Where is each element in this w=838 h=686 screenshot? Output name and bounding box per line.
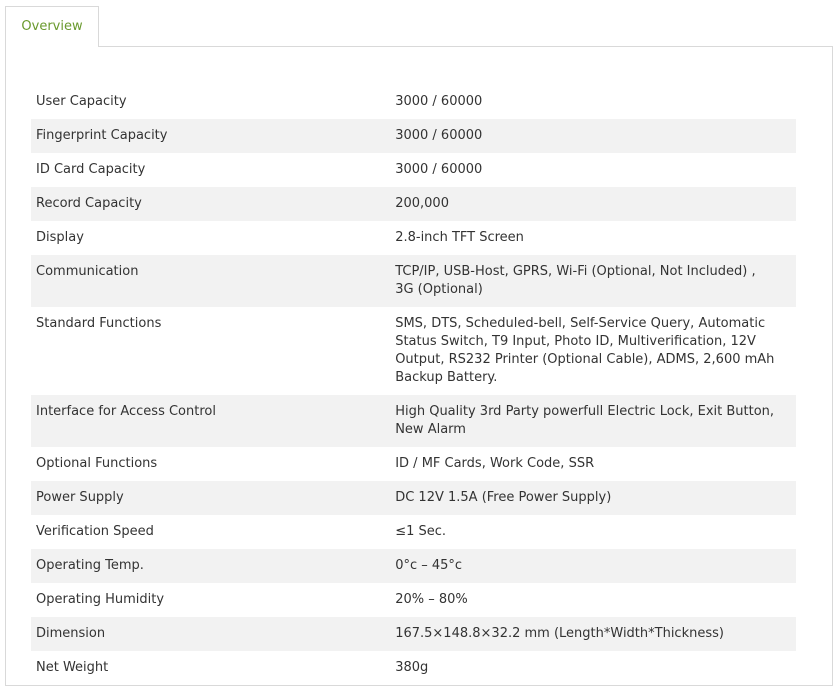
spec-value-interface-access-control: High Quality 3rd Party powerfull Electri… — [390, 395, 796, 447]
table-row: Communication TCP/IP, USB-Host, GPRS, Wi… — [31, 255, 796, 307]
spec-value-net-weight: 380g — [395, 660, 429, 675]
table-row: User Capacity 3000 / 60000 — [31, 85, 796, 119]
spec-label-fingerprint-capacity: Fingerprint Capacity — [31, 119, 391, 153]
spec-table: User Capacity 3000 / 60000 Fingerprint C… — [31, 85, 796, 685]
table-row: ID Card Capacity 3000 / 60000 — [31, 153, 796, 187]
spec-value-dimension: 167.5×148.8×32.2 mm (Length*Width*Thickn… — [390, 617, 796, 651]
table-row: Operating Humidity 20% – 80% — [31, 583, 796, 617]
table-row: Fingerprint Capacity 3000 / 60000 — [31, 119, 796, 153]
spec-label-power-supply: Power Supply — [31, 481, 391, 515]
table-row: Operating Temp. 0°c – 45°c — [31, 549, 796, 583]
table-row: Standard Functions SMS, DTS, Scheduled-b… — [31, 307, 796, 395]
spec-value-verification-speed: ≤1 Sec. — [395, 524, 447, 539]
spec-label-user-capacity: User Capacity — [36, 94, 127, 109]
spec-label-interface-access-control: Interface for Access Control — [31, 395, 391, 447]
table-row: Optional Functions ID / MF Cards, Work C… — [31, 447, 796, 481]
spec-label-id-card-capacity: ID Card Capacity — [36, 162, 146, 177]
spec-value-communication: TCP/IP, USB-Host, GPRS, Wi-Fi (Optional,… — [390, 255, 796, 307]
spec-value-operating-humidity: 20% – 80% — [395, 592, 468, 607]
spec-label-communication: Communication — [31, 255, 391, 307]
spec-value-optional-functions: ID / MF Cards, Work Code, SSR — [395, 456, 595, 471]
tab-overview[interactable]: Overview — [5, 6, 99, 47]
spec-label-standard-functions: Standard Functions — [36, 316, 162, 331]
table-row: Verification Speed ≤1 Sec. — [31, 515, 796, 549]
spec-value-display: 2.8-inch TFT Screen — [395, 230, 524, 245]
spec-label-display: Display — [36, 230, 84, 245]
spec-label-net-weight: Net Weight — [36, 660, 109, 675]
spec-value-id-card-capacity: 3000 / 60000 — [395, 162, 483, 177]
table-row: Dimension 167.5×148.8×32.2 mm (Length*Wi… — [31, 617, 796, 651]
table-row: Power Supply DC 12V 1.5A (Free Power Sup… — [31, 481, 796, 515]
table-row: Interface for Access Control High Qualit… — [31, 395, 796, 447]
table-row: Display 2.8-inch TFT Screen — [31, 221, 796, 255]
spec-label-verification-speed: Verification Speed — [36, 524, 154, 539]
spec-label-dimension: Dimension — [31, 617, 391, 651]
spec-value-fingerprint-capacity: 3000 / 60000 — [390, 119, 796, 153]
spec-label-record-capacity: Record Capacity — [31, 187, 391, 221]
table-row: Net Weight 380g — [31, 651, 796, 685]
spec-value-standard-functions: SMS, DTS, Scheduled-bell, Self-Service Q… — [395, 316, 775, 385]
spec-label-operating-humidity: Operating Humidity — [36, 592, 165, 607]
spec-label-optional-functions: Optional Functions — [36, 456, 158, 471]
overview-panel: User Capacity 3000 / 60000 Fingerprint C… — [5, 46, 833, 686]
tab-bar: Overview — [0, 0, 838, 47]
spec-value-record-capacity: 200,000 — [390, 187, 796, 221]
table-row: Record Capacity 200,000 — [31, 187, 796, 221]
spec-value-operating-temp: 0°c – 45°c — [390, 549, 796, 583]
spec-value-power-supply: DC 12V 1.5A (Free Power Supply) — [390, 481, 796, 515]
spec-value-user-capacity: 3000 / 60000 — [395, 94, 483, 109]
spec-label-operating-temp: Operating Temp. — [31, 549, 391, 583]
